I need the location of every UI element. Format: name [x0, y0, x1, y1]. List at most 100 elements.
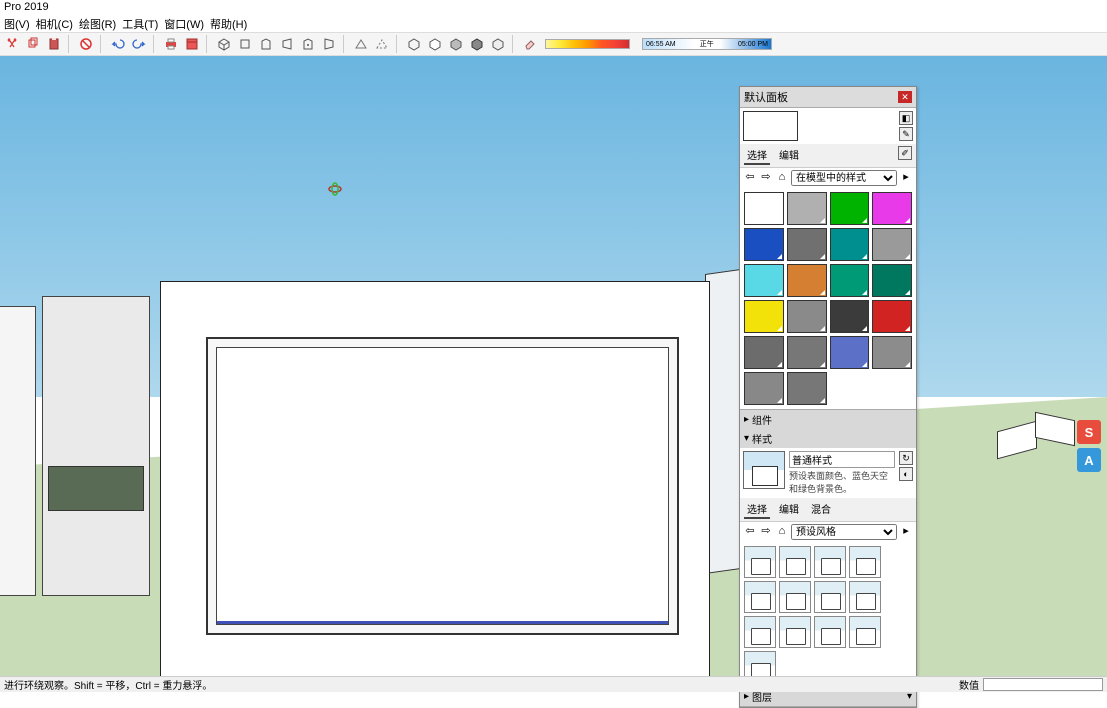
styles-details-icon[interactable]: ▸: [899, 525, 913, 539]
3d-viewport[interactable]: [0, 56, 1107, 676]
material-swatch[interactable]: [872, 192, 912, 225]
material-swatch[interactable]: [830, 228, 870, 261]
style-name-field[interactable]: 普通样式: [789, 451, 895, 468]
measurements-input[interactable]: [983, 678, 1103, 691]
material-cube-icon[interactable]: ◧: [899, 111, 913, 125]
style-monochrome-icon[interactable]: [489, 35, 507, 53]
menu-draw[interactable]: 绘图(R): [77, 16, 118, 32]
tab-select[interactable]: 选择: [744, 146, 770, 165]
menu-tools[interactable]: 工具(T): [120, 16, 160, 32]
material-swatch[interactable]: [830, 192, 870, 225]
panel-icon[interactable]: [183, 35, 201, 53]
month-slider[interactable]: [545, 39, 630, 49]
undo-icon[interactable]: [109, 35, 127, 53]
material-swatch[interactable]: [872, 300, 912, 333]
layers-menu-icon[interactable]: ▾: [907, 691, 912, 702]
material-swatch[interactable]: [744, 264, 784, 297]
materials-panel: ◧ ✎ 选择 编辑 ✐ ⇦ ⇨ ⌂ 在模型中的样式 ▸: [740, 108, 916, 410]
style-thumb-item[interactable]: [779, 616, 811, 648]
eyedropper-icon[interactable]: ✐: [898, 146, 912, 160]
style-new-icon[interactable]: ◐: [899, 467, 913, 481]
style-thumb-item[interactable]: [814, 616, 846, 648]
style-thumb-item[interactable]: [814, 546, 846, 578]
view-left-icon[interactable]: [320, 35, 338, 53]
nav-back-icon[interactable]: ⇦: [743, 171, 757, 185]
eraser-icon[interactable]: [521, 35, 539, 53]
style-shaded-textures-icon[interactable]: [468, 35, 486, 53]
delete-icon[interactable]: [77, 35, 95, 53]
style-hidden-line-icon[interactable]: [426, 35, 444, 53]
status-hint: 进行环绕观察。Shift = 平移，Ctrl = 重力悬浮。: [4, 677, 212, 692]
components-header[interactable]: ▸ 组件: [740, 410, 916, 429]
details-icon[interactable]: ▸: [899, 171, 913, 185]
styles-tab-select[interactable]: 选择: [744, 500, 770, 519]
view-back-icon[interactable]: [299, 35, 317, 53]
style-shaded-icon[interactable]: [447, 35, 465, 53]
view-iso-icon[interactable]: [215, 35, 233, 53]
menu-view[interactable]: 图(V): [2, 16, 32, 32]
style-thumb-item[interactable]: [744, 546, 776, 578]
style-thumb-item[interactable]: [779, 546, 811, 578]
styles-header[interactable]: ▾ 样式: [740, 429, 916, 448]
redo-icon[interactable]: [130, 35, 148, 53]
tab-edit[interactable]: 编辑: [776, 146, 802, 165]
tray-titlebar[interactable]: 默认面板 ✕: [740, 87, 916, 108]
style-preview-thumb[interactable]: [743, 451, 785, 489]
styles-nav-back-icon[interactable]: ⇦: [743, 525, 757, 539]
material-swatch[interactable]: [830, 264, 870, 297]
menu-camera[interactable]: 相机(C): [34, 16, 75, 32]
material-swatch[interactable]: [744, 300, 784, 333]
style-thumb-item[interactable]: [744, 616, 776, 648]
sogou-ime-icon[interactable]: S: [1077, 420, 1101, 444]
style-thumb-item[interactable]: [849, 581, 881, 613]
material-swatch[interactable]: [744, 228, 784, 261]
paste-icon[interactable]: [45, 35, 63, 53]
styles-home-icon[interactable]: ⌂: [775, 525, 789, 539]
styles-library-select[interactable]: 预设风格: [791, 524, 897, 540]
app-side-icon[interactable]: A: [1077, 448, 1101, 472]
material-swatch[interactable]: [787, 372, 827, 405]
style-thumb-item[interactable]: [779, 581, 811, 613]
nav-fwd-icon[interactable]: ⇨: [759, 171, 773, 185]
view-front-icon[interactable]: [257, 35, 275, 53]
material-swatch[interactable]: [787, 336, 827, 369]
time-end: 05:00 PM: [738, 41, 768, 48]
style-thumb-item[interactable]: [849, 616, 881, 648]
styles-tab-edit[interactable]: 编辑: [776, 500, 802, 519]
material-preview[interactable]: [743, 111, 798, 141]
style-refresh-icon[interactable]: ↻: [899, 451, 913, 465]
home-icon[interactable]: ⌂: [775, 171, 789, 185]
material-swatch[interactable]: [787, 300, 827, 333]
material-swatch[interactable]: [744, 336, 784, 369]
style-back-edges-icon[interactable]: [373, 35, 391, 53]
copy-icon[interactable]: [24, 35, 42, 53]
view-top-icon[interactable]: [236, 35, 254, 53]
style-wireframe-icon[interactable]: [405, 35, 423, 53]
close-icon[interactable]: ✕: [898, 91, 912, 103]
style-thumb-item[interactable]: [744, 581, 776, 613]
material-swatch[interactable]: [872, 228, 912, 261]
menu-window[interactable]: 窗口(W): [162, 16, 206, 32]
styles-tab-mix[interactable]: 混合: [808, 500, 834, 519]
view-right-icon[interactable]: [278, 35, 296, 53]
material-swatch[interactable]: [830, 336, 870, 369]
material-swatch[interactable]: [744, 192, 784, 225]
material-swatch[interactable]: [872, 336, 912, 369]
print-icon[interactable]: [162, 35, 180, 53]
material-library-select[interactable]: 在模型中的样式: [791, 170, 897, 186]
time-slider[interactable]: 06:55 AM 正午 05:00 PM: [642, 38, 772, 50]
style-thumb-item[interactable]: [849, 546, 881, 578]
material-swatch[interactable]: [744, 372, 784, 405]
style-xray-icon[interactable]: [352, 35, 370, 53]
material-swatch[interactable]: [787, 228, 827, 261]
style-thumb-item[interactable]: [814, 581, 846, 613]
material-swatch[interactable]: [787, 264, 827, 297]
styles-nav-fwd-icon[interactable]: ⇨: [759, 525, 773, 539]
material-swatch[interactable]: [830, 300, 870, 333]
cut-icon[interactable]: [3, 35, 21, 53]
material-create-icon[interactable]: ✎: [899, 127, 913, 141]
material-swatch[interactable]: [872, 264, 912, 297]
menu-help[interactable]: 帮助(H): [208, 16, 249, 32]
chevron-right-icon: ▸: [744, 414, 749, 425]
material-swatch[interactable]: [787, 192, 827, 225]
